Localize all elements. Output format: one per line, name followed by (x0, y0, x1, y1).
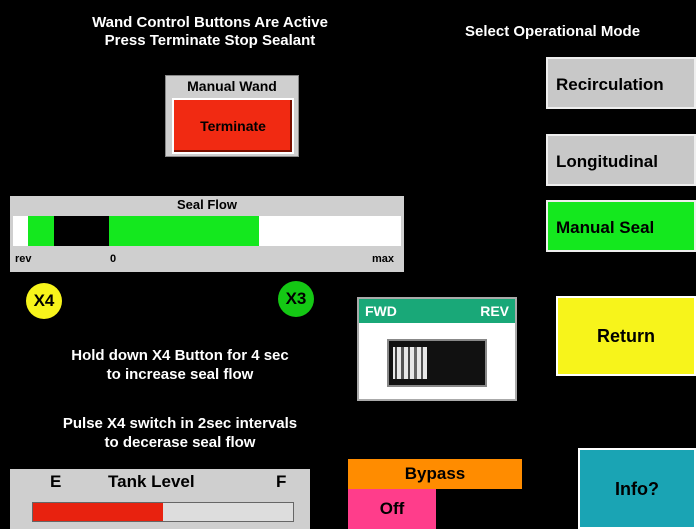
seal-flow-title: Seal Flow (177, 197, 237, 212)
rev-label: REV (480, 303, 509, 319)
info-button[interactable]: Info? (578, 448, 696, 529)
hold-line2: to increase seal flow (106, 366, 254, 383)
longitudinal-button[interactable]: Longitudinal (546, 134, 696, 186)
seal-flow-gap (54, 216, 109, 246)
tick-rev: rev (15, 253, 32, 265)
fwd-rev-switch-panel: FWD REV (357, 297, 517, 401)
tank-full-label: F (276, 472, 287, 491)
tick-max: max (372, 253, 395, 265)
tick-zero: 0 (110, 253, 117, 265)
bypass-toggle-button[interactable]: Off (348, 489, 436, 529)
manual-seal-button[interactable]: Manual Seal (546, 200, 696, 252)
tank-level-title: Tank Level (108, 472, 195, 491)
return-button[interactable]: Return (556, 296, 696, 376)
pulse-line1: Pulse X4 switch in 2sec intervals (62, 415, 298, 432)
fwd-label: FWD (365, 303, 397, 319)
increase-instruction: Hold down X4 Button for 4 sec to increas… (20, 346, 340, 384)
hold-line1: Hold down X4 Button for 4 sec (71, 347, 289, 364)
manual-wand-panel: Manual Wand Terminate (165, 75, 299, 157)
tank-empty-label: E (50, 472, 62, 491)
recirculation-button[interactable]: Recirculation (546, 57, 696, 109)
x4-indicator: X4 (26, 283, 62, 319)
manual-wand-title: Manual Wand (187, 78, 277, 94)
notice-line1: Wand Control Buttons Are Active (92, 14, 328, 31)
bypass-label: Bypass (348, 459, 522, 489)
pulse-line2: to decerase seal flow (104, 434, 256, 451)
seal-flow-bar (13, 216, 401, 246)
wand-active-notice: Wand Control Buttons Are Active Press Te… (40, 14, 380, 50)
notice-line2: Press Terminate Stop Sealant (104, 32, 316, 49)
x3-indicator: X3 (278, 281, 314, 317)
tank-level-fill (33, 503, 163, 521)
terminate-button[interactable]: Terminate (172, 98, 294, 154)
seal-flow-rev-segment (28, 216, 54, 246)
fwd-rev-header: FWD REV (359, 299, 515, 323)
mode-title: Select Operational Mode (465, 23, 641, 40)
toggle-lever-icon (393, 347, 477, 379)
tank-level-bar (32, 502, 294, 522)
seal-flow-panel: Seal Flow rev 0 max (10, 196, 404, 272)
seal-flow-fwd-segment (109, 216, 259, 246)
tank-level-panel: E Tank Level F (10, 469, 310, 529)
decrease-instruction: Pulse X4 switch in 2sec intervals to dec… (20, 414, 340, 452)
direction-toggle[interactable] (387, 339, 487, 387)
